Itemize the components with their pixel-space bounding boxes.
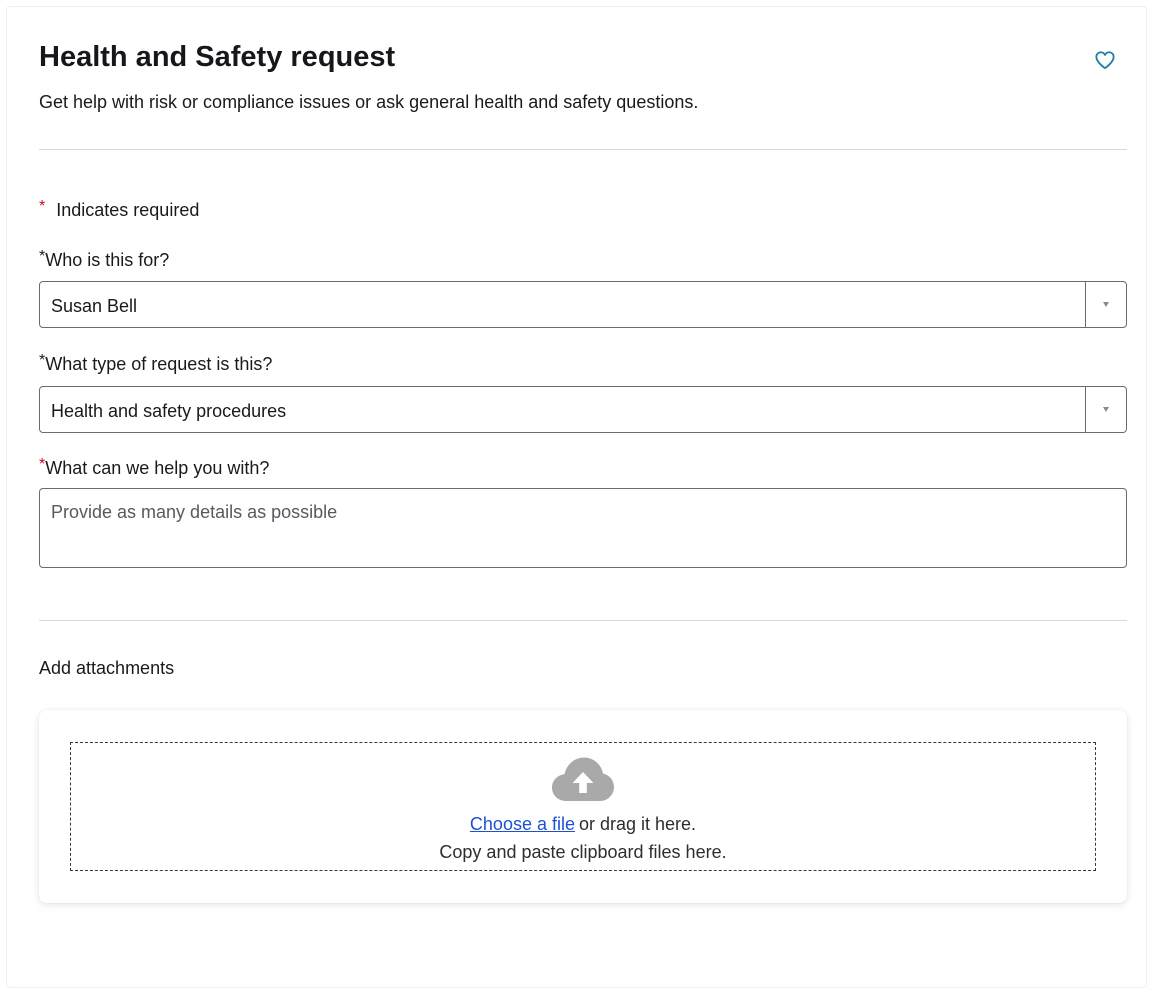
request-type-select[interactable]: Health and safety procedures (39, 386, 1127, 433)
who-for-label-text: Who is this for? (45, 250, 170, 270)
help-with-label: *What can we help you with? (39, 456, 270, 479)
file-drop-zone[interactable]: Choose a file or drag it here. Copy and p… (70, 742, 1096, 871)
help-with-textarea[interactable] (39, 488, 1127, 568)
request-type-value: Health and safety procedures (51, 401, 287, 421)
request-type-dropdown-toggle[interactable] (1085, 387, 1126, 432)
who-for-dropdown-toggle[interactable] (1085, 282, 1126, 327)
required-note: * Indicates required (39, 198, 200, 221)
favorite-button[interactable] (1092, 47, 1118, 73)
drop-instructions: Choose a file or drag it here. (71, 813, 1095, 835)
request-type-label: *What type of request is this? (39, 352, 273, 375)
attachments-card: Choose a file or drag it here. Copy and p… (39, 710, 1127, 903)
page-subtitle: Get help with risk or compliance issues … (39, 92, 699, 112)
required-star: * (39, 198, 46, 215)
required-star: * (39, 352, 46, 369)
drag-text: or drag it here. (579, 814, 697, 834)
page-title: Health and Safety request (39, 41, 396, 73)
caret-down-icon (1103, 302, 1109, 307)
paste-instructions: Copy and paste clipboard files here. (439, 842, 727, 862)
required-star: * (39, 248, 46, 265)
who-for-select[interactable]: Susan Bell (39, 281, 1127, 328)
divider (39, 149, 1127, 150)
required-note-text: Indicates required (56, 200, 200, 220)
required-star: * (39, 456, 46, 473)
who-for-value: Susan Bell (51, 296, 138, 316)
help-with-label-text: What can we help you with? (45, 458, 270, 478)
caret-down-icon (1103, 407, 1109, 412)
attachments-label: Add attachments (39, 658, 175, 678)
divider (39, 620, 1127, 621)
heart-outline-icon (1095, 51, 1115, 70)
cloud-upload-icon (552, 757, 614, 801)
choose-file-link[interactable]: Choose a file (470, 814, 575, 834)
request-type-label-text: What type of request is this? (45, 354, 273, 374)
who-for-label: *Who is this for? (39, 248, 170, 271)
